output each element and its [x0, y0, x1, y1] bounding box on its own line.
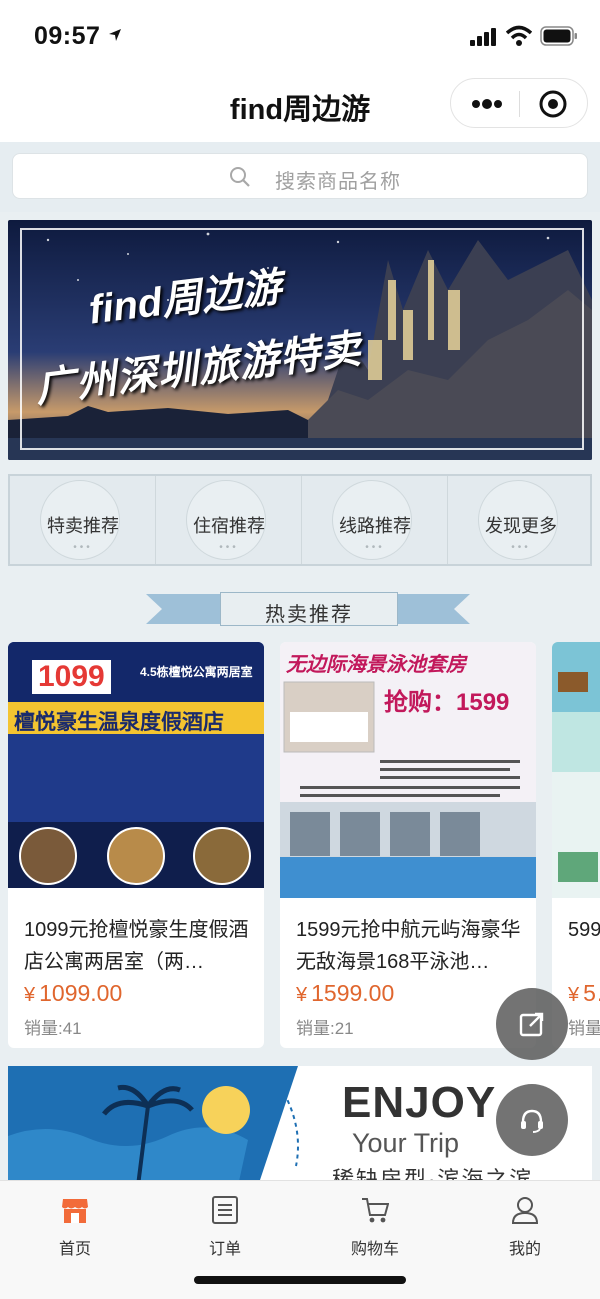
- product-sales: 销量: [568, 1019, 600, 1038]
- category-discover-more[interactable]: 发现更多 •••: [448, 476, 594, 564]
- promo-title: ENJOY: [342, 1078, 497, 1127]
- tab-home[interactable]: 首页: [0, 1195, 150, 1265]
- promo-subtitle: Your Trip: [352, 1128, 460, 1158]
- product-image: [552, 642, 600, 898]
- hot-title-box: 热卖推荐: [220, 592, 398, 626]
- product-sales: 销量:21: [296, 1019, 354, 1038]
- tab-label: 订单: [208, 1241, 241, 1258]
- category-label: 特卖推荐: [47, 516, 119, 536]
- wifi-icon: [506, 25, 532, 46]
- status-time: 09:57: [34, 22, 101, 50]
- tab-label: 首页: [58, 1241, 91, 1258]
- screen: 09:57 find周边游 搜索商品名称 find周边游 广州深圳旅游特卖 特卖…: [0, 0, 600, 1299]
- cellular-signal-icon: [470, 28, 496, 46]
- category-label: 线路推荐: [339, 516, 411, 536]
- tab-label: 购物车: [350, 1241, 399, 1258]
- close-miniprogram-icon[interactable]: [539, 90, 567, 118]
- poster-price: 抢购：1599: [384, 689, 510, 716]
- price-value: 5…: [583, 980, 600, 1006]
- miniprogram-capsule: [450, 78, 588, 128]
- category-routes[interactable]: 线路推荐 •••: [302, 476, 448, 564]
- search-section: 搜索商品名称: [0, 142, 600, 212]
- product-name: 599…湾畔…: [568, 919, 600, 941]
- product-image: 1099 4.5栋檀悦公寓两居室 檀悦豪生温泉度假酒店: [8, 642, 264, 898]
- category-label: 发现更多: [485, 516, 557, 536]
- user-icon: [511, 1197, 539, 1224]
- price-value: 1599.00: [311, 980, 395, 1006]
- battery-icon: [540, 26, 577, 46]
- home-indicator[interactable]: [194, 1276, 406, 1284]
- search-icon: [230, 167, 250, 187]
- search-input[interactable]: 搜索商品名称: [12, 153, 588, 199]
- category-dots: •••: [365, 542, 385, 553]
- product-price: ¥1599.00: [296, 980, 394, 1007]
- status-bar: 09:57: [0, 0, 600, 72]
- currency-symbol: ¥: [296, 984, 308, 1006]
- price-value: 1099.00: [39, 980, 123, 1006]
- share-button[interactable]: [496, 988, 568, 1060]
- category-special-sale[interactable]: 特卖推荐 •••: [10, 476, 156, 564]
- headset-icon: [521, 1109, 543, 1133]
- product-image: 无边际海景泳池套房 抢购：1599: [280, 642, 536, 898]
- product-sales: 销量:41: [24, 1019, 82, 1038]
- product-price: ¥5…: [568, 980, 600, 1007]
- location-arrow-icon: [109, 29, 121, 41]
- resort-poster-image: [552, 642, 600, 898]
- poster-title: 无边际海景泳池套房: [286, 654, 466, 676]
- poster-title: 檀悦豪生温泉度假酒店: [14, 711, 224, 734]
- product-card[interactable]: 1099 4.5栋檀悦公寓两居室 檀悦豪生温泉度假酒店 1099元抢檀悦豪生度假…: [8, 642, 264, 1048]
- product-price: ¥1099.00: [24, 980, 122, 1007]
- tab-label: 我的: [508, 1241, 541, 1258]
- currency-symbol: ¥: [568, 984, 580, 1006]
- product-card[interactable]: 599…湾畔… ¥5… 销量: [552, 642, 600, 1048]
- tab-cart[interactable]: 购物车: [300, 1195, 450, 1265]
- category-dots: •••: [511, 542, 531, 553]
- product-name: 1099元抢檀悦豪生度假酒店公寓两居室（两…: [24, 919, 249, 973]
- order-icon: [212, 1196, 238, 1224]
- hero-banner[interactable]: find周边游 广州深圳旅游特卖: [8, 220, 592, 460]
- tab-orders[interactable]: 订单: [150, 1195, 300, 1265]
- cart-icon: [362, 1198, 389, 1223]
- poster-tag: 4.5栋檀悦公寓两居室: [140, 665, 253, 679]
- capsule-divider: [519, 91, 520, 117]
- nav-bar: find周边游: [0, 72, 600, 142]
- category-label: 住宿推荐: [193, 516, 265, 536]
- tab-profile[interactable]: 我的: [450, 1195, 600, 1265]
- shop-icon: [62, 1199, 88, 1223]
- poster-price: 1099: [32, 660, 111, 694]
- suite-poster-image: [280, 642, 536, 898]
- search-placeholder: 搜索商品名称: [275, 171, 401, 193]
- customer-service-button[interactable]: [496, 1084, 568, 1156]
- product-name: 1599元抢中航元屿海豪华无敌海景168平泳池…: [296, 919, 521, 973]
- category-dots: •••: [73, 542, 93, 553]
- category-dots: •••: [219, 542, 239, 553]
- category-accommodation[interactable]: 住宿推荐 •••: [156, 476, 302, 564]
- more-icon[interactable]: [471, 98, 503, 110]
- category-row: 特卖推荐 ••• 住宿推荐 ••• 线路推荐 ••• 发现更多 •••: [8, 474, 592, 566]
- currency-symbol: ¥: [24, 984, 36, 1006]
- share-external-icon: [519, 1012, 544, 1037]
- hot-section-header: 热卖推荐: [0, 580, 600, 640]
- product-card[interactable]: 无边际海景泳池套房 抢购：1599 1599元抢中航元屿海豪华无敌海景168平泳…: [280, 642, 536, 1048]
- hot-title: 热卖推荐: [265, 604, 353, 626]
